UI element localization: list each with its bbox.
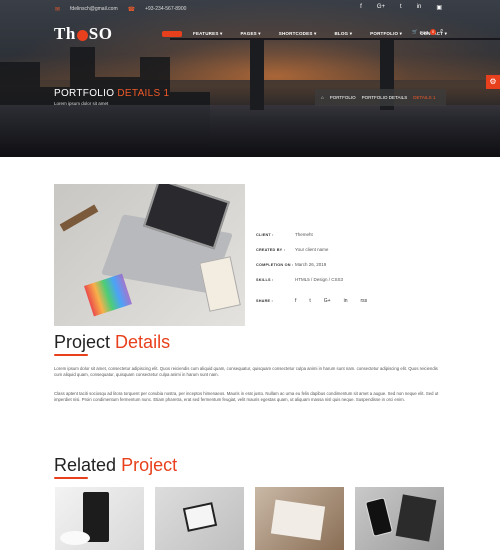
google-plus-icon[interactable]: G+ [324,298,331,304]
info-value: March 26, 2019 [295,262,327,267]
logo-text-left: Th [54,24,76,43]
info-row-skills: SKILLS : HTML5 / Design / CSS3 [256,272,367,287]
facebook-icon[interactable]: f [360,4,362,11]
smartphone-object [364,497,394,537]
breadcrumb-item-portfolio-details[interactable]: PORTFOLIO DETAILS [362,95,408,100]
settings-panel-toggle[interactable]: ⚙ [486,75,500,89]
info-value: HTML5 / Design / CSS3 [295,277,344,282]
heading-underline [54,476,88,479]
phone-icon: ☎ [127,6,136,13]
info-label: SHARE : [256,298,274,303]
rss-icon[interactable]: rss [361,298,368,304]
google-plus-icon[interactable]: G+ [377,4,385,11]
home-icon[interactable]: ⌂ [321,95,324,100]
logo-text-right: SO [88,24,113,43]
camera-print-object [182,502,218,532]
heading-accent: Project [121,455,178,475]
planner-object [395,494,437,542]
nav-item-pages[interactable]: PAGES ▾ [233,29,267,39]
nav-item-shortcodes[interactable]: SHORTCODES ▾ [272,29,324,39]
logo-mark-icon [76,29,88,41]
cart-label: Cart [419,29,429,35]
linkedin-icon[interactable]: in [417,4,422,11]
facebook-icon[interactable]: f [295,298,296,304]
info-label: CLIENT : [256,232,274,237]
info-row-completion: COMPLETION ON : March 26, 2019 [256,257,367,272]
tool-kit-box [199,256,241,312]
info-row-client: CLIENT : Themeht [256,227,367,242]
linkedin-icon[interactable]: in [344,298,348,304]
breadcrumb: ⌂ PORTFOLIO PORTFOLIO DETAILS DETAILS 1 [315,89,446,106]
info-label: CREATED BY : [256,247,286,252]
breadcrumb-current: DETAILS 1 [413,95,436,100]
related-project-card[interactable] [155,487,244,550]
main-navigation: FEATURES ▾ PAGES ▾ SHORTCODES ▾ BLOG ▾ P… [162,29,454,39]
project-description-2: Class aptent taciti sociosqu ad litora t… [54,391,439,403]
info-row-share: SHARE : f t G+ in rss [256,293,367,308]
river [0,105,500,157]
project-main-image [54,184,245,326]
heading-main: Related [54,455,117,475]
breadcrumb-item-portfolio[interactable]: PORTFOLIO [330,95,356,100]
info-value: Themeht [295,232,313,237]
heading-main: Project [54,332,111,352]
bridge-tower [250,40,264,110]
twitter-icon[interactable]: t [309,298,310,304]
project-details-heading: Project Details [54,332,171,356]
site-logo[interactable]: Th SO [54,24,112,44]
contact-phone[interactable]: +93-234-567-8900 [145,6,186,12]
cart-icon: 🛒 [412,29,418,34]
top-contact-bar: ✉ fdelinsch@gmail.com ☎ +93-234-567-8900 [55,4,186,14]
info-value: Your client name [295,247,329,252]
page-title: PORTFOLIO DETAILS 1 [54,88,169,99]
nav-item-blog[interactable]: BLOG ▾ [327,29,359,39]
info-label: SKILLS : [256,277,274,282]
nav-item-portfolio[interactable]: PORTFOLIO ▾ [363,29,409,39]
page-title-main: PORTFOLIO [54,88,115,99]
heading-underline [54,353,88,356]
share-links: f t G+ in rss [295,298,367,304]
info-row-created-by: CREATED BY : Your client name [256,242,367,257]
notebook-object [270,499,326,541]
contact-email[interactable]: fdelinsch@gmail.com [70,6,118,12]
related-project-card[interactable] [255,487,344,550]
search-icon[interactable]: ⌕ [440,28,443,35]
project-info-list: CLIENT : Themeht CREATED BY : Your clien… [256,227,367,308]
related-project-card[interactable] [355,487,444,550]
heading-accent: Details [115,332,171,352]
page-title-accent: DETAILS 1 [117,88,170,99]
info-label: COMPLETION ON : [256,262,294,267]
page-subtitle: Lorem ipsum dolor sit amet [54,101,109,106]
mouse-object [60,531,90,545]
twitter-icon[interactable]: t [400,4,402,11]
mail-icon: ✉ [55,6,61,13]
related-project-heading: Related Project [54,455,178,479]
cart-count-badge: 0 [430,29,437,35]
gear-icon: ⚙ [489,77,497,86]
project-description-1: Lorem ipsum dolor sit amet, consectetur … [54,366,438,378]
nav-item-features[interactable]: FEATURES ▾ [186,29,229,39]
related-project-card[interactable] [55,487,144,550]
color-swatches [84,273,132,317]
pencil-cup [59,204,99,232]
instagram-icon[interactable]: ▣ [436,4,442,11]
cart-button[interactable]: 🛒 Cart 0 [412,29,437,35]
nav-item-home[interactable] [162,31,182,37]
top-social-links: f G+ t in ▣ [360,4,442,11]
